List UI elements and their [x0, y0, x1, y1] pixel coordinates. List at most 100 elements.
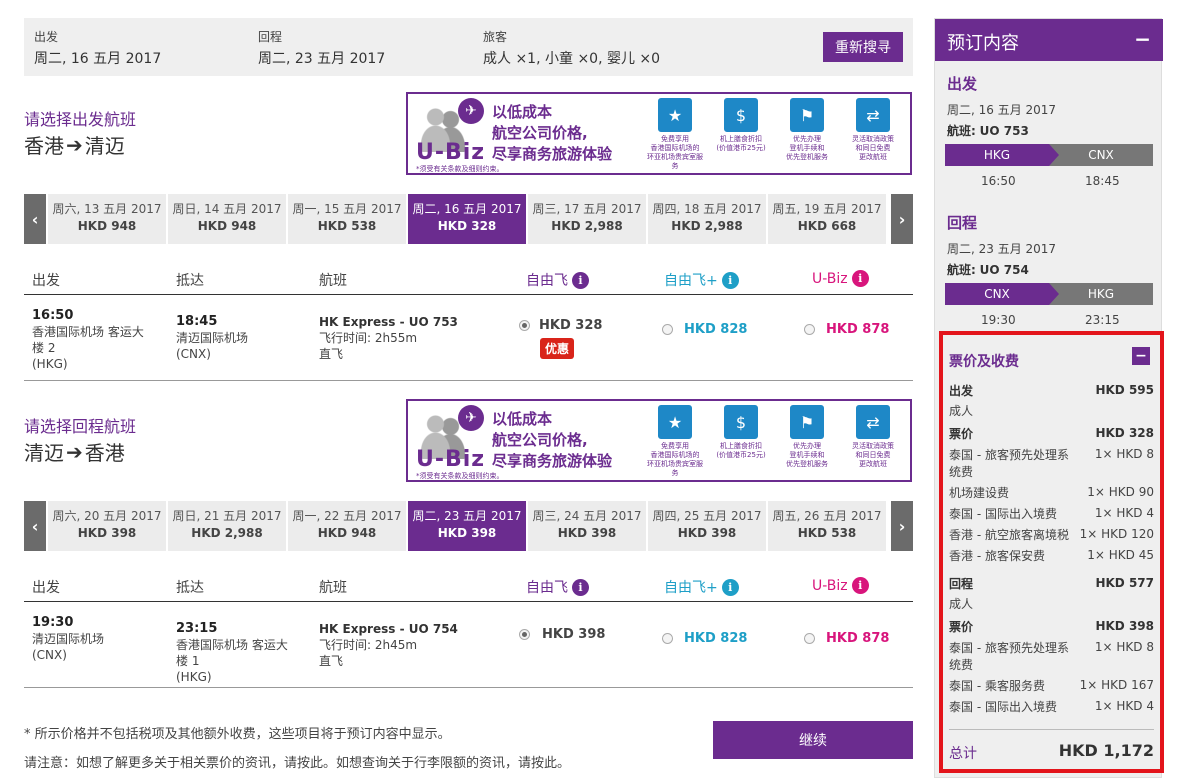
fare-radio-basic[interactable] [519, 320, 530, 331]
fare-radio-ubiz[interactable] [804, 324, 815, 335]
fare-price-ubiz[interactable]: HKD 878 [826, 631, 889, 646]
date-option[interactable]: 周五, 26 五月 2017 HKD 538 [768, 501, 886, 551]
prev-week-arrow-icon[interactable]: ‹ [24, 194, 46, 244]
date-option[interactable]: 周三, 17 五月 2017 HKD 2,988 [528, 194, 646, 244]
fees-title: 票价及收费 [949, 354, 1019, 370]
fare-header-ubiz[interactable]: U-Biz i [812, 577, 869, 594]
date-price: HKD 538 [317, 219, 377, 233]
date-price: HKD 328 [437, 219, 497, 233]
total-label: 总计 [949, 746, 977, 762]
flight-stops: 直飞 [319, 347, 344, 361]
research-button[interactable]: 重新搜寻 [823, 32, 903, 62]
date-price: HKD 948 [197, 219, 257, 233]
info-icon[interactable]: i [721, 271, 739, 289]
leg-arrival-time: 18:45 [1085, 174, 1120, 188]
date-price: HKD 398 [77, 526, 137, 540]
date-option[interactable]: 周四, 25 五月 2017 HKD 398 [648, 501, 766, 551]
feature-line: 和同日免费 [855, 144, 891, 152]
fare-radio-basic[interactable] [519, 629, 530, 640]
fee-label: 泰国 - 旅客预先处理系统费 [949, 448, 1069, 479]
fare-price-basic[interactable]: HKD 398 [542, 627, 605, 642]
ubiz-banner[interactable]: ✈ U-Biz *须受有关条款及细则约束。 以低成本 航空公司价格, 尽享商务旅游体验 ★ 免… [406, 92, 912, 175]
date-option[interactable]: 周二, 16 五月 2017 HKD 328 [408, 194, 526, 244]
fare-price-ubiz[interactable]: HKD 878 [826, 322, 889, 337]
fare-price-plus[interactable]: HKD 828 [684, 631, 747, 646]
fare-header-basic[interactable]: 自由飞 i [526, 270, 589, 290]
arrival-airport: 香港国际机场 客运大 [176, 638, 288, 652]
fare-price-basic[interactable]: HKD 328 [539, 318, 602, 333]
collapse-icon[interactable]: − [1134, 27, 1151, 51]
fare-header-basic[interactable]: 自由飞 i [526, 577, 589, 597]
date-option[interactable]: 周一, 22 五月 2017 HKD 948 [288, 501, 406, 551]
feature-line: 更改航班 [859, 153, 887, 161]
fee-amount: 1× HKD 4 [1094, 699, 1154, 713]
date-price: HKD 2,988 [551, 219, 623, 233]
fare-radio-plus[interactable] [662, 324, 673, 335]
date-option[interactable]: 周二, 23 五月 2017 HKD 398 [408, 501, 526, 551]
date-price: HKD 948 [77, 219, 137, 233]
prev-week-arrow-icon[interactable]: ‹ [24, 501, 46, 551]
info-icon[interactable]: i [721, 578, 739, 596]
plane-icon: ✈ [458, 405, 484, 431]
info-icon[interactable]: i [572, 578, 589, 596]
banner-feature: ⚑ 优先办理 登机手续和 优先登机服务 [776, 405, 838, 469]
fee-label: 泰国 - 国际出入境费 [949, 700, 1057, 714]
date-price: HKD 398 [677, 526, 737, 540]
fare-name: 自由飞 [526, 580, 568, 596]
info-icon[interactable]: i [572, 271, 589, 289]
date-option[interactable]: 周四, 18 五月 2017 HKD 2,988 [648, 194, 766, 244]
fare-header-ubiz[interactable]: U-Biz i [812, 270, 869, 287]
feature-line: 登机手续和 [789, 451, 825, 459]
flight-cell: HK Express - UO 754 飞行时间: 2h45m 直飞 [319, 621, 458, 669]
fare-price-plus[interactable]: HKD 828 [684, 322, 747, 337]
fee-amount: 1× HKD 8 [1094, 640, 1154, 654]
column-header-arrive: 抵达 [176, 580, 204, 596]
fare-radio-plus[interactable] [662, 633, 673, 644]
date-label: 周五, 19 五月 2017 [772, 202, 882, 216]
table-divider [24, 294, 913, 295]
passenger-count: 成人 ×1, 小童 ×0, 婴儿 ×0 [483, 51, 661, 67]
fee-amount: HKD 577 [1095, 576, 1154, 590]
collapse-icon[interactable]: − [1132, 347, 1150, 365]
departure-time: 19:30 [32, 615, 74, 630]
slogan-line: 以低成本 [492, 410, 553, 428]
fare-header-plus[interactable]: 自由飞+ i [664, 577, 739, 597]
route-origin: 香港 [24, 134, 64, 158]
date-label: 周日, 21 五月 2017 [172, 509, 282, 523]
arrow-right-icon: ➔ [66, 132, 83, 157]
feature-line: 香港国际机场的 [650, 451, 700, 459]
date-label: 周二, 23 五月 2017 [412, 509, 522, 523]
feature-line: 免费享用 [661, 135, 689, 143]
ubiz-banner[interactable]: ✈ U-Biz *须受有关条款及细则约束。 以低成本 航空公司价格, 尽享商务旅游体验 ★ 免… [406, 399, 912, 482]
continue-button[interactable]: 继续 [713, 721, 913, 759]
outbound-date-strip: ‹ 周六, 13 五月 2017 HKD 948 周日, 14 五月 2017 HKD … [24, 194, 913, 244]
date-price: HKD 948 [317, 526, 377, 540]
feature-line: 香港国际机场的 [650, 144, 700, 152]
date-option[interactable]: 周日, 21 五月 2017 HKD 2,988 [168, 501, 286, 551]
next-week-arrow-icon[interactable]: › [891, 194, 913, 244]
table-divider [24, 380, 913, 381]
date-option[interactable]: 周六, 20 五月 2017 HKD 398 [48, 501, 166, 551]
fare-radio-ubiz[interactable] [804, 633, 815, 644]
info-note[interactable]: 请注意：如想了解更多关于相关票价的资讯，请按此。如想查询关于行李限额的资讯，请按… [24, 752, 570, 771]
lounge-icon: ★ [658, 98, 692, 132]
fee-label: 机场建设费 [949, 486, 1010, 500]
fare-header-plus[interactable]: 自由飞+ i [664, 270, 739, 290]
info-icon[interactable]: i [851, 270, 869, 287]
date-option[interactable]: 周日, 14 五月 2017 HKD 948 [168, 194, 286, 244]
departure-cell: 19:30 清迈国际机场 (CNX) [32, 615, 162, 663]
leg-departure-time: 19:30 [981, 313, 1016, 327]
date-option[interactable]: 周六, 13 五月 2017 HKD 948 [48, 194, 166, 244]
summary-return-label: 回程 [947, 214, 978, 232]
date-option[interactable]: 周三, 24 五月 2017 HKD 398 [528, 501, 646, 551]
column-header-flight: 航班 [319, 580, 347, 596]
feature-text: 灵活取消政策 和同日免费 更改航班 [842, 135, 904, 162]
feature-line: 环亚机场贵宾室服务 [647, 153, 703, 170]
fare-fees-box: 票价及收费 − 总计 HKD 1,172 出发 HKD 595 成人 票价 HKD 32… [939, 331, 1164, 773]
banner-feature: $ 机上膳食折扣 (价值港币25元) [710, 405, 772, 460]
date-option[interactable]: 周五, 19 五月 2017 HKD 668 [768, 194, 886, 244]
next-week-arrow-icon[interactable]: › [891, 501, 913, 551]
tax-note: * 所示价格并不包括税项及其他额外收费，这些项目将于预订内容中显示。 [24, 727, 451, 742]
date-option[interactable]: 周一, 15 五月 2017 HKD 538 [288, 194, 406, 244]
info-icon[interactable]: i [851, 577, 869, 594]
